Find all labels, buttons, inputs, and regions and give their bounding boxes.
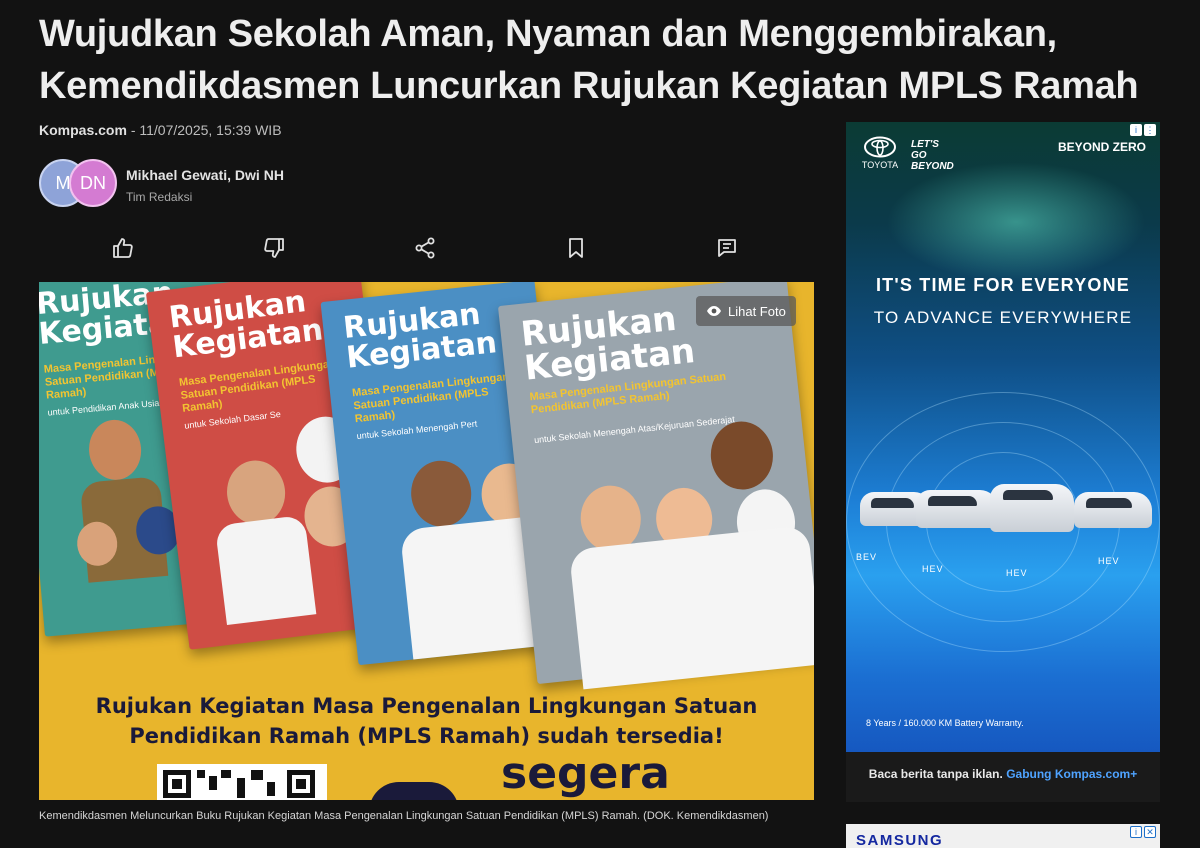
banner-line-2: Pendidikan Ramah (MPLS Ramah) sudah ters… [129, 724, 724, 748]
hero-image[interactable]: Rujukan Kegiatan Masa Pengenalan Lingkun… [39, 282, 814, 800]
advertisement[interactable]: TOYOTA LET'S GO BEYOND BEYOND ZERO IT'S … [846, 122, 1160, 802]
dislike-icon[interactable] [256, 230, 292, 266]
advertisement-2[interactable]: SAMSUNG i ✕ [846, 824, 1160, 848]
subscribe-link[interactable]: Gabung Kompas.com+ [1006, 767, 1137, 781]
ad-ev-label: HEV [1006, 568, 1028, 578]
illustration-figure [568, 525, 814, 690]
article-action-bar [39, 230, 814, 266]
qr-code [157, 764, 327, 800]
ad-ev-label: HEV [922, 564, 944, 574]
view-photo-label: Lihat Foto [728, 303, 786, 319]
ad-choices[interactable]: i ⋮ [1130, 124, 1156, 136]
like-icon[interactable] [105, 230, 141, 266]
illustration-figure [214, 514, 317, 626]
more-options-icon[interactable]: ⋮ [1144, 124, 1156, 136]
illustration-figure [707, 418, 777, 493]
ad-headline: IT'S TIME FOR EVERYONE [875, 275, 1131, 295]
illustration-figure [86, 417, 144, 483]
source-name[interactable]: Kompas.com [39, 122, 127, 138]
article-title: Wujudkan Sekolah Aman, Nyaman dan Mengge… [39, 13, 1139, 107]
toyota-logo: TOYOTA [860, 136, 900, 170]
toyota-emblem-icon [864, 136, 896, 158]
bookmark-icon[interactable] [558, 230, 594, 266]
avatar[interactable]: DN [69, 159, 117, 207]
ad-subheadline: TO ADVANCE EVERYWHERE [873, 308, 1133, 327]
banner-decoration [369, 782, 459, 800]
adchoices-icon[interactable]: i [1130, 124, 1142, 136]
book-cover-sma: Rujukan Kegiatan Masa Pengenalan Lingkun… [497, 282, 814, 690]
article-page: Wujudkan Sekolah Aman, Nyaman dan Mengge… [0, 0, 1200, 848]
ad-choices[interactable]: i ✕ [1130, 826, 1156, 838]
comment-icon[interactable] [709, 230, 745, 266]
eye-icon [707, 306, 721, 316]
share-icon[interactable] [407, 230, 443, 266]
adchoices-icon[interactable]: i [1130, 826, 1142, 838]
author-names[interactable]: Mikhael Gewati, Dwi NH [126, 167, 284, 183]
ad-tagline: LET'S GO BEYOND [911, 139, 954, 172]
banner-line-1: Rujukan Kegiatan Masa Pengenalan Lingkun… [95, 694, 758, 718]
publish-datetime: - 11/07/2025, 15:39 WIB [130, 122, 282, 138]
car-image [916, 490, 998, 528]
ad-footer: Baca berita tanpa iklan. Gabung Kompas.c… [846, 767, 1160, 781]
ad-image[interactable]: TOYOTA LET'S GO BEYOND BEYOND ZERO IT'S … [846, 122, 1160, 752]
ad-ev-label: HEV [1098, 556, 1120, 566]
banner-cta: segera [501, 748, 670, 799]
close-icon[interactable]: ✕ [1144, 826, 1156, 838]
illustration-figure [407, 457, 475, 530]
ad-warranty: 8 Years / 160.000 KM Battery Warranty. [866, 718, 1024, 728]
view-photo-button[interactable]: Lihat Foto [696, 296, 796, 326]
car-image [1074, 492, 1152, 528]
author-avatars: M DN [39, 159, 129, 207]
ad-campaign: BEYOND ZERO [1057, 140, 1146, 154]
ad-aurora [886, 162, 1146, 282]
ad-footer-text: Baca berita tanpa iklan. [868, 767, 1003, 781]
ad-brand: TOYOTA [861, 160, 899, 170]
author-team: Tim Redaksi [126, 190, 193, 204]
car-image [990, 484, 1074, 532]
ad2-brand: SAMSUNG [856, 832, 944, 848]
ad-ev-label: BEV [856, 552, 878, 562]
article-meta: Kompas.com - 11/07/2025, 15:39 WIB [39, 122, 282, 138]
image-caption: Kemendikdasmen Meluncurkan Buku Rujukan … [39, 810, 769, 822]
